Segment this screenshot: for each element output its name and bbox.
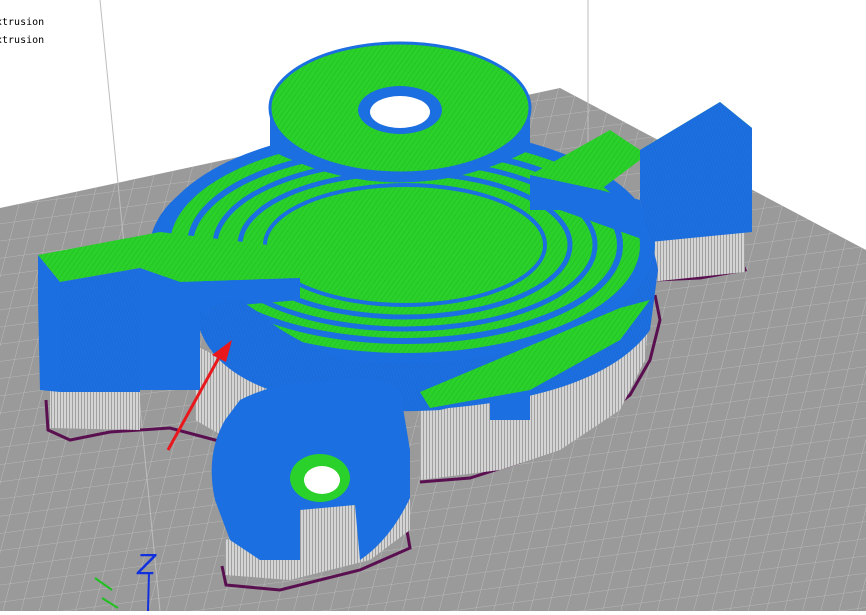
3d-viewport[interactable]: Z xtrusion xtrusion <box>0 0 866 612</box>
legend-extrusion-2: xtrusion <box>0 35 45 46</box>
z-axis-label: Z <box>136 548 157 581</box>
scene-canvas: Z <box>0 0 866 612</box>
legend-extrusion-1: xtrusion <box>0 17 45 28</box>
